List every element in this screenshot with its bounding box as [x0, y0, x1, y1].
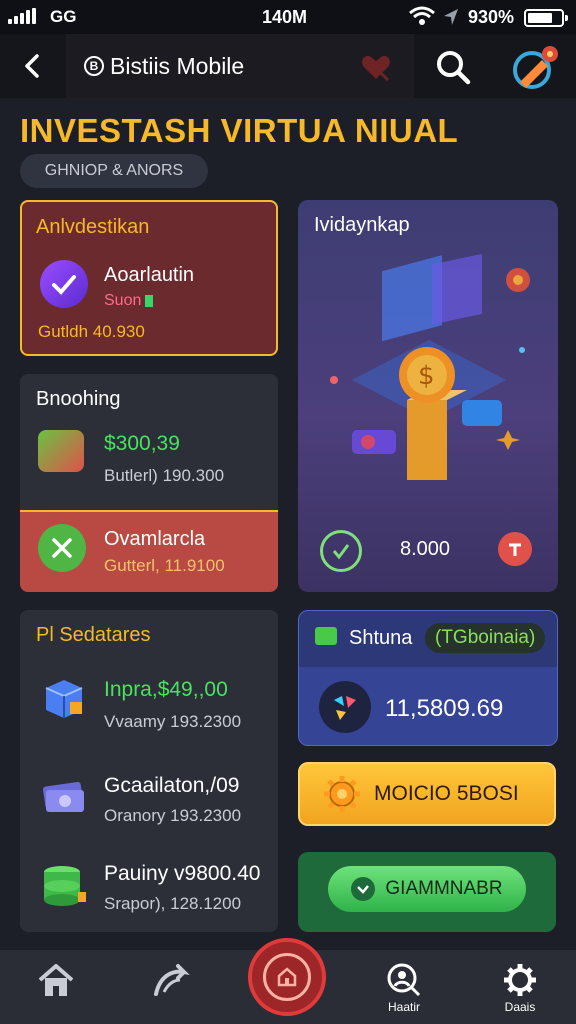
gear-icon	[504, 964, 536, 996]
invest-card-title: Anlvdestikan	[36, 216, 150, 238]
cross-ribbon-icon	[38, 524, 86, 572]
booking-card[interactable]: Bnoohing $300,39 Butlerl) 190.300 Ovamla…	[20, 374, 278, 592]
back-button[interactable]	[14, 48, 50, 84]
status-bar: GG 140M 930%	[0, 0, 576, 34]
booking-row-highlight[interactable]: Ovamlarcla Gutterl, 11.9100	[20, 510, 278, 592]
green-action-button[interactable]: GIAMMNABR	[328, 866, 526, 912]
invest-sub: Suon	[104, 292, 154, 310]
battery-icon	[524, 9, 568, 27]
green-button-label: GIAMMNABR	[385, 878, 503, 899]
stats-card: Pl Sedatares Inpra,$49,,00 Vvaamy 193.23…	[20, 610, 278, 932]
stat-name: Inpra,$49,,00	[104, 678, 228, 701]
nav-settings[interactable]: Daais	[490, 962, 550, 1018]
confirm-button[interactable]	[320, 530, 362, 572]
app-title: Bistiis Mobile	[110, 52, 245, 79]
pin-icon	[509, 543, 521, 556]
gold-action-button[interactable]: MOICIO 5BOSI	[298, 762, 556, 826]
filter-chip[interactable]: GHNIOP & ANORS	[20, 154, 208, 188]
invest-amount: Gutldh 40.930	[38, 322, 145, 341]
gold-button-label: MOICIO 5BOSI	[374, 782, 519, 805]
gain-value: 11,5809.69	[385, 695, 504, 722]
gain-badge: (TGboinaia)	[425, 623, 546, 653]
heart-icon[interactable]	[360, 52, 392, 82]
gems-icon	[319, 681, 371, 733]
search-person-icon	[387, 963, 421, 997]
coin-stack-icon	[44, 866, 86, 906]
stats-card-title: Pl Sedatares	[36, 624, 151, 646]
chevron-left-icon	[25, 54, 39, 78]
battery-percent: 930%	[468, 7, 515, 27]
home-icon	[38, 964, 74, 996]
gear-icon	[324, 776, 360, 812]
gain-card[interactable]: Shtuna (TGboinaia) 11,5809.69	[298, 610, 558, 746]
app-bar: B Bistiis Mobile	[0, 34, 576, 98]
wallet-icon	[315, 627, 337, 645]
nav-swirl[interactable]	[140, 962, 200, 1018]
svg-text:$: $	[418, 361, 435, 391]
check-shield-icon	[40, 260, 88, 308]
stat-sub: Vvaamy 193.2300	[104, 712, 242, 731]
nav-search-label: Haatir	[387, 1000, 420, 1014]
check-icon	[351, 877, 376, 901]
nav-home[interactable]	[26, 962, 86, 1018]
stat-name: Gcaailaton,/09	[104, 774, 240, 797]
booking-sub: Butlerl) 190.300	[104, 466, 225, 485]
stat-sub: Srapor), 128.1200	[104, 894, 242, 913]
feature-value: 8.000	[400, 538, 451, 560]
stat-sub: Oranory 193.2300	[104, 806, 242, 825]
booking-row-name: Ovamlarcla	[104, 528, 206, 550]
signal-icon	[8, 8, 36, 24]
status-time: 140M	[262, 7, 308, 27]
swirl-icon	[154, 964, 190, 996]
nav-search-person[interactable]: Haatir	[374, 962, 434, 1018]
stat-name: Pauiny v9800.40	[104, 862, 261, 885]
booking-value: $300,39	[104, 432, 180, 455]
page-title: INVESTASH VIRTUA NIUAL	[20, 112, 459, 149]
invest-card[interactable]: Anlvdestikan Aoarlautin Suon Gutldh 40.9…	[20, 200, 278, 356]
rocket-icon[interactable]	[506, 42, 564, 92]
wifi-icon	[409, 6, 435, 25]
invest-name: Aoarlautin	[104, 264, 195, 286]
feature-card-title: Ividaynkap	[314, 214, 410, 236]
network-type: GG	[50, 7, 77, 26]
location-icon	[444, 9, 458, 25]
booking-row-sub: Gutterl, 11.9100	[104, 556, 225, 575]
brand-icon: B	[84, 56, 104, 76]
check-icon	[332, 544, 350, 560]
booking-card-title: Bnoohing	[36, 388, 121, 410]
trend-icon	[145, 294, 154, 307]
nav-center-button[interactable]	[248, 938, 326, 1016]
gain-card-header: Shtuna (TGboinaia)	[299, 611, 557, 667]
center-home-icon	[263, 953, 311, 1001]
wallet-icon	[38, 430, 84, 472]
search-icon[interactable]	[434, 48, 472, 86]
cash-stack-icon	[43, 781, 84, 812]
nav-settings-label: Daais	[504, 1000, 536, 1014]
gain-card-title: Shtuna	[349, 627, 413, 649]
cube-icon	[45, 680, 83, 718]
feature-card[interactable]: Ividaynkap $ 8.000	[298, 200, 558, 592]
finance-illustration-icon: $	[330, 253, 530, 480]
action-button[interactable]	[498, 532, 532, 566]
green-card: GIAMMNABR	[298, 852, 556, 932]
